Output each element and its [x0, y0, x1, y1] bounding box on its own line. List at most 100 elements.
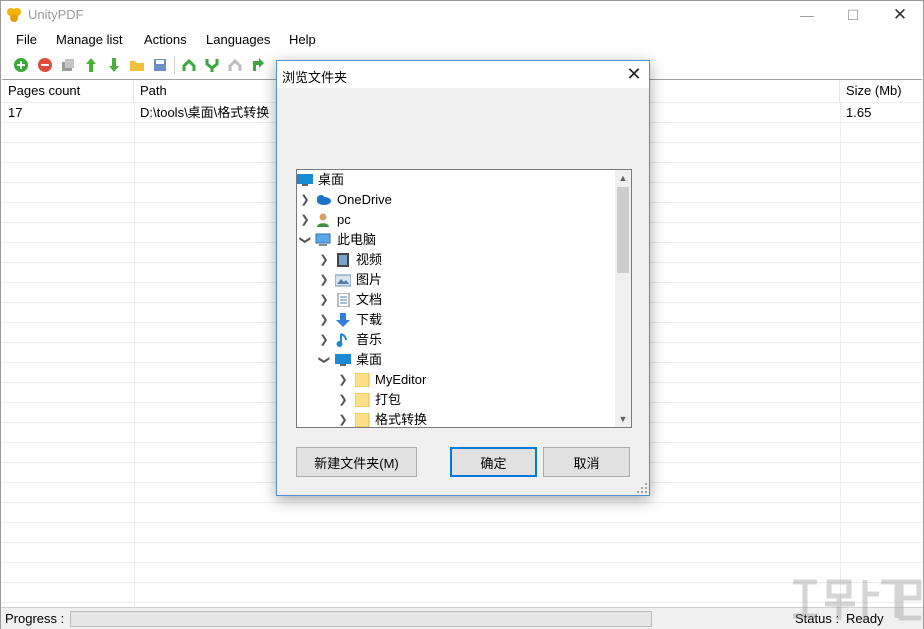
extract-icon[interactable] [227, 57, 243, 73]
cloud-icon [315, 193, 331, 207]
tree-item-this-pc[interactable]: ❯ 此电脑 [297, 230, 615, 250]
video-folder-icon [335, 253, 351, 267]
desktop-icon [297, 173, 313, 187]
chevron-right-icon[interactable]: ❯ [299, 210, 311, 230]
chevron-right-icon[interactable]: ❯ [318, 290, 330, 310]
chevron-right-icon[interactable]: ❯ [318, 310, 330, 330]
music-folder-icon [335, 333, 351, 347]
progress-label: Progress : [5, 611, 64, 626]
scroll-down-icon[interactable]: ▼ [615, 411, 631, 427]
menu-languages[interactable]: Languages [206, 32, 270, 47]
grid-column-line [134, 102, 135, 606]
scroll-up-icon[interactable]: ▲ [615, 170, 631, 186]
minimize-button[interactable]: — [784, 1, 830, 29]
tree-item-label: 此电脑 [337, 230, 376, 250]
documents-folder-icon [335, 293, 351, 307]
desktop-icon [335, 353, 351, 367]
grid-row-line [2, 542, 922, 543]
tree-item-label: 桌面 [356, 350, 382, 370]
tree-item-label: 图片 [356, 270, 382, 290]
tree-item-format-convert[interactable]: ❯ 格式转换 [297, 410, 615, 428]
tree-item-music[interactable]: ❯ 音乐 [297, 330, 615, 350]
cell-size[interactable]: 1.65 [840, 103, 922, 123]
pictures-folder-icon [335, 273, 351, 287]
tree-item-downloads[interactable]: ❯ 下载 [297, 310, 615, 330]
tree-item-label: 音乐 [356, 330, 382, 350]
user-icon [315, 213, 331, 227]
menu-file[interactable]: File [16, 32, 37, 47]
save-list-icon[interactable] [152, 57, 168, 73]
folder-icon [355, 413, 371, 427]
tree-item-myeditor[interactable]: ❯ MyEditor [297, 370, 615, 390]
chevron-right-icon[interactable]: ❯ [318, 250, 330, 270]
chevron-right-icon[interactable]: ❯ [337, 410, 349, 428]
column-header-pages[interactable]: Pages count [2, 80, 134, 102]
menu-actions[interactable]: Actions [144, 32, 187, 47]
chevron-right-icon[interactable]: ❯ [318, 270, 330, 290]
scroll-thumb[interactable] [617, 187, 629, 273]
tree-item-label: 文档 [356, 290, 382, 310]
chevron-right-icon[interactable]: ❯ [318, 330, 330, 350]
folder-tree[interactable]: 桌面 ❯ OneDrive ❯ pc ❯ 此电脑 ❯ 视频 [296, 169, 632, 428]
ok-button[interactable]: 确定 [450, 447, 537, 477]
grid-row-line [2, 602, 922, 603]
status-bar: Progress : Status : Ready [1, 607, 923, 629]
cancel-button[interactable]: 取消 [543, 447, 630, 477]
tree-item-label: OneDrive [337, 190, 392, 210]
dialog-title: 浏览文件夹 [282, 67, 347, 86]
tree-item-label: 视频 [356, 250, 382, 270]
tree-item-label: pc [337, 210, 351, 230]
clear-list-icon[interactable] [60, 57, 76, 73]
new-folder-button[interactable]: 新建文件夹(M) [296, 447, 417, 477]
maximize-button[interactable]: ☐ [830, 1, 876, 29]
close-button[interactable]: ✕ [877, 1, 923, 29]
window-title: UnityPDF [28, 7, 84, 22]
tree-item-videos[interactable]: ❯ 视频 [297, 250, 615, 270]
menu-manage-list[interactable]: Manage list [56, 32, 122, 47]
folder-icon [355, 393, 371, 407]
move-down-icon[interactable] [106, 57, 122, 73]
chevron-right-icon[interactable]: ❯ [337, 390, 349, 410]
computer-icon [315, 233, 331, 247]
resize-grip-icon[interactable] [637, 483, 647, 493]
dialog-close-button[interactable]: ✕ [619, 61, 649, 88]
chevron-right-icon[interactable]: ❯ [299, 190, 311, 210]
menu-help[interactable]: Help [289, 32, 316, 47]
grid-row-line [2, 522, 922, 523]
open-folder-icon[interactable] [129, 57, 145, 73]
tree-scrollbar[interactable]: ▲ ▼ [615, 170, 631, 427]
chevron-down-icon[interactable]: ❯ [314, 354, 334, 366]
title-bar: UnityPDF — ☐ ✕ [1, 1, 923, 29]
run-icon[interactable] [250, 57, 266, 73]
chevron-right-icon[interactable]: ❯ [337, 370, 349, 390]
move-up-icon[interactable] [83, 57, 99, 73]
tree-item-package[interactable]: ❯ 打包 [297, 390, 615, 410]
tree-item-onedrive[interactable]: ❯ OneDrive [297, 190, 615, 210]
tree-item-desktop[interactable]: ❯ 桌面 [297, 350, 615, 370]
download-folder-icon [335, 313, 351, 327]
tree-item-documents[interactable]: ❯ 文档 [297, 290, 615, 310]
tree-item-label: 打包 [375, 390, 401, 410]
tree-item-desktop-root[interactable]: 桌面 [297, 170, 615, 190]
split-icon[interactable] [204, 57, 220, 73]
watermark-logo [789, 574, 923, 624]
tree-item-label: MyEditor [375, 370, 426, 390]
menu-bar: File Manage list Actions Languages Help [1, 29, 923, 51]
column-header-size[interactable]: Size (Mb) [840, 80, 922, 102]
chevron-down-icon[interactable]: ❯ [296, 234, 315, 246]
add-icon[interactable] [13, 57, 29, 73]
tree-item-user[interactable]: ❯ pc [297, 210, 615, 230]
cell-pages-count[interactable]: 17 [2, 103, 134, 123]
folder-icon [355, 373, 371, 387]
browse-folder-dialog: 浏览文件夹 ✕ 桌面 ❯ OneDrive ❯ pc ❯ 此电脑 [276, 60, 650, 496]
grid-column-line [840, 102, 841, 606]
tree-item-label: 桌面 [318, 170, 344, 190]
merge-icon[interactable] [181, 57, 197, 73]
grid-row-line [2, 502, 922, 503]
grid-row-line [2, 582, 922, 583]
tree-item-pictures[interactable]: ❯ 图片 [297, 270, 615, 290]
remove-icon[interactable] [37, 57, 53, 73]
tree-item-label: 下载 [356, 310, 382, 330]
dialog-title-bar: 浏览文件夹 ✕ [277, 61, 649, 88]
progress-bar [70, 611, 652, 627]
